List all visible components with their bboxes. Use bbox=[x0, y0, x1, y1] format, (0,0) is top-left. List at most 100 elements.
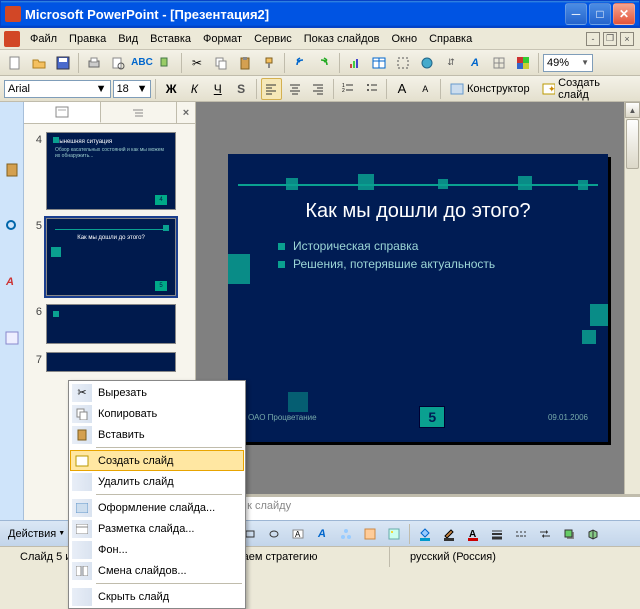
font-color-button[interactable]: A bbox=[462, 523, 484, 545]
print-button[interactable] bbox=[83, 52, 105, 74]
tables-borders-button[interactable] bbox=[392, 52, 414, 74]
ctx-new-slide[interactable]: Создать слайд bbox=[70, 450, 244, 471]
ctx-hide-slide[interactable]: Скрыть слайд bbox=[70, 586, 244, 607]
line-color-button[interactable] bbox=[438, 523, 460, 545]
document-icon[interactable] bbox=[4, 31, 20, 47]
ctx-paste[interactable]: Вставить bbox=[70, 424, 244, 445]
menu-edit[interactable]: Правка bbox=[63, 31, 112, 47]
shadow-button[interactable]: S bbox=[230, 78, 251, 100]
menu-file[interactable]: Файл bbox=[24, 31, 63, 47]
open-button[interactable] bbox=[28, 52, 50, 74]
show-grid-button[interactable] bbox=[488, 52, 510, 74]
slide-canvas[interactable]: Как мы дошли до этого? Историческая спра… bbox=[228, 154, 608, 442]
font-size-combo[interactable]: 18▼ bbox=[113, 80, 152, 98]
fill-color-button[interactable] bbox=[414, 523, 436, 545]
cut-button[interactable]: ✂ bbox=[186, 52, 208, 74]
clipboard-icon[interactable] bbox=[4, 162, 20, 178]
design-icon bbox=[72, 499, 92, 517]
ctx-slide-layout[interactable]: Разметка слайда... bbox=[70, 518, 244, 539]
menu-slideshow[interactable]: Показ слайдов bbox=[298, 31, 386, 47]
slide-number: 5 bbox=[419, 406, 445, 428]
spellcheck-button[interactable]: ABC bbox=[131, 52, 153, 74]
copy-button[interactable] bbox=[210, 52, 232, 74]
line-style-button[interactable] bbox=[486, 523, 508, 545]
wordart-button[interactable]: A bbox=[311, 523, 333, 545]
format-painter-button[interactable] bbox=[258, 52, 280, 74]
mdi-close-button[interactable]: × bbox=[620, 32, 634, 46]
title-bar: Microsoft PowerPoint - [Презентация2] ─ … bbox=[0, 0, 640, 28]
underline-button[interactable]: Ч bbox=[207, 78, 228, 100]
undo-button[interactable] bbox=[289, 52, 311, 74]
search-pane-icon[interactable] bbox=[4, 218, 20, 234]
mdi-minimize-button[interactable]: - bbox=[586, 32, 600, 46]
print-preview-button[interactable] bbox=[107, 52, 129, 74]
slide-design-button[interactable]: Конструктор bbox=[445, 79, 535, 99]
new-slide-button[interactable]: ✦Создать слайд bbox=[537, 79, 636, 99]
minimize-button[interactable]: ─ bbox=[565, 3, 587, 25]
save-button[interactable] bbox=[52, 52, 74, 74]
outline-tab[interactable] bbox=[101, 102, 178, 123]
color-button[interactable] bbox=[512, 52, 534, 74]
insert-hyperlink-button[interactable] bbox=[416, 52, 438, 74]
close-button[interactable]: ✕ bbox=[613, 3, 635, 25]
insert-chart-button[interactable] bbox=[344, 52, 366, 74]
thumbnail-5[interactable]: 5 Как мы дошли до этого? 5 bbox=[24, 214, 195, 300]
thumbnail-7[interactable]: 7 bbox=[24, 348, 195, 376]
menu-format[interactable]: Формат bbox=[197, 31, 248, 47]
italic-button[interactable]: К bbox=[184, 78, 205, 100]
research-button[interactable] bbox=[155, 52, 177, 74]
font-combo[interactable]: Arial▼ bbox=[4, 80, 111, 98]
menu-help[interactable]: Справка bbox=[423, 31, 478, 47]
new-button[interactable] bbox=[4, 52, 26, 74]
diagram-button[interactable] bbox=[335, 523, 357, 545]
show-formatting-button[interactable]: A bbox=[464, 52, 486, 74]
shadow-style-button[interactable] bbox=[558, 523, 580, 545]
bold-button[interactable]: Ж bbox=[160, 78, 181, 100]
notes-pane[interactable]: Заметки к слайду bbox=[196, 494, 640, 520]
insert-table-button[interactable] bbox=[368, 52, 390, 74]
ctx-background[interactable]: Фон... bbox=[70, 539, 244, 560]
ctx-copy[interactable]: Копировать bbox=[70, 403, 244, 424]
ctx-cut[interactable]: ✂Вырезать bbox=[70, 382, 244, 403]
menu-window[interactable]: Окно bbox=[386, 31, 424, 47]
menu-view[interactable]: Вид bbox=[112, 31, 144, 47]
svg-text:A: A bbox=[469, 529, 476, 540]
increase-font-button[interactable]: A bbox=[391, 78, 412, 100]
align-right-button[interactable] bbox=[307, 78, 328, 100]
align-center-button[interactable] bbox=[284, 78, 305, 100]
thumbnail-6[interactable]: 6 bbox=[24, 300, 195, 348]
mdi-restore-button[interactable]: ❐ bbox=[603, 32, 617, 46]
numbering-button[interactable]: 12 bbox=[338, 78, 359, 100]
maximize-button[interactable]: □ bbox=[589, 3, 611, 25]
textbox-button[interactable]: A bbox=[287, 523, 309, 545]
svg-text:A: A bbox=[295, 530, 301, 539]
dash-style-button[interactable] bbox=[510, 523, 532, 545]
3d-style-button[interactable] bbox=[582, 523, 604, 545]
slides-tab[interactable] bbox=[24, 102, 101, 123]
status-language[interactable]: русский (Россия) bbox=[390, 547, 640, 567]
paste-button[interactable] bbox=[234, 52, 256, 74]
ctx-delete-slide[interactable]: Удалить слайд bbox=[70, 471, 244, 492]
expand-all-button[interactable]: ⇵ bbox=[440, 52, 462, 74]
blank-icon bbox=[72, 473, 92, 491]
bullets-button[interactable] bbox=[361, 78, 382, 100]
ctx-transition[interactable]: Смена слайдов... bbox=[70, 560, 244, 581]
picture-button[interactable] bbox=[383, 523, 405, 545]
arrow-style-button[interactable] bbox=[534, 523, 556, 545]
align-left-button[interactable] bbox=[261, 78, 282, 100]
thumbnail-4[interactable]: 4 Нынешняя ситуация Обзор касательных со… bbox=[24, 128, 195, 214]
decrease-font-button[interactable]: A bbox=[415, 78, 436, 100]
font-color-pane-icon[interactable]: A bbox=[4, 274, 20, 290]
app-icon bbox=[5, 6, 21, 22]
menu-insert[interactable]: Вставка bbox=[144, 31, 197, 47]
panel-close-button[interactable]: × bbox=[177, 107, 195, 119]
menu-tools[interactable]: Сервис bbox=[248, 31, 298, 47]
clipart-button[interactable] bbox=[359, 523, 381, 545]
vertical-scrollbar[interactable]: ▲ bbox=[624, 102, 640, 494]
redo-button[interactable] bbox=[313, 52, 335, 74]
zoom-combo[interactable]: 49%▼ bbox=[543, 54, 593, 72]
actions-menu[interactable]: Действия ▼ bbox=[4, 528, 69, 540]
oval-button[interactable] bbox=[263, 523, 285, 545]
ctx-slide-design[interactable]: Оформление слайда... bbox=[70, 497, 244, 518]
restore-pane-icon[interactable] bbox=[4, 330, 20, 346]
